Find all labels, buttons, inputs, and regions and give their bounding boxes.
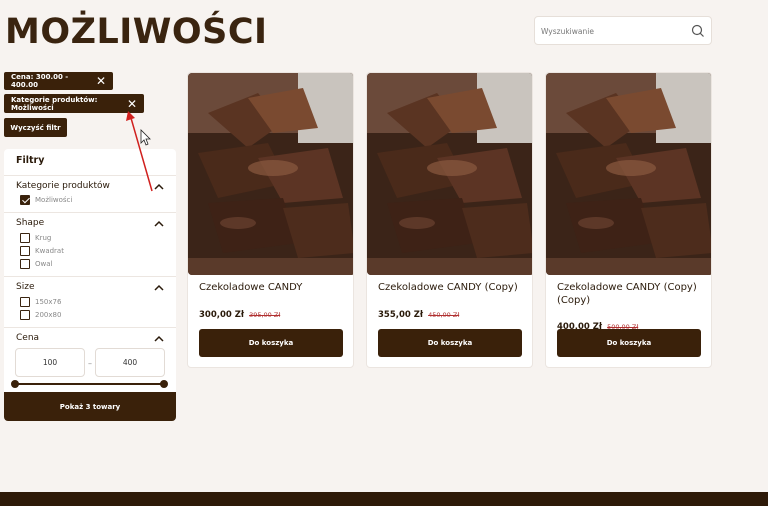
filter-option-label: Owal: [35, 260, 53, 268]
old-price: 395,00 Zł: [249, 311, 281, 319]
checkbox[interactable]: [20, 297, 30, 307]
product-card[interactable]: Czekoladowe CANDY 300,00 Zł 395,00 Zł Do…: [187, 72, 354, 368]
close-icon[interactable]: ✕: [96, 75, 106, 87]
add-to-cart-button[interactable]: Do koszyka: [199, 329, 343, 357]
filter-section-title[interactable]: Kategorie produktów: [16, 181, 110, 191]
product-name[interactable]: Czekoladowe CANDY (Copy): [378, 281, 528, 294]
price-filter-chip-label: Cena: 300.00 - 400.00: [11, 73, 69, 89]
chevron-up-icon[interactable]: [154, 284, 164, 291]
filter-option-label: Możliwości: [35, 196, 73, 204]
product-name[interactable]: Czekoladowe CANDY (Copy) (Copy): [557, 281, 707, 307]
filter-option[interactable]: 200x80: [20, 310, 61, 320]
clear-filters-button[interactable]: Wyczyść filtr: [4, 118, 67, 137]
current-price: 300,00 Zł: [199, 310, 245, 320]
footer-bar: [0, 492, 768, 506]
product-name[interactable]: Czekoladowe CANDY: [199, 281, 349, 294]
filter-section-category: Kategorie produktów Możliwości: [4, 175, 176, 212]
filter-section-title[interactable]: Size: [16, 282, 34, 292]
product-price: 300,00 Zł 395,00 Zł: [199, 310, 280, 320]
old-price: 450,00 Zł: [428, 311, 460, 319]
product-price: 355,00 Zł 450,00 Zł: [378, 310, 459, 320]
filter-section-size: Size 150x76 200x80: [4, 276, 176, 327]
search-icon[interactable]: [691, 24, 705, 38]
product-image[interactable]: [367, 73, 532, 275]
current-price: 355,00 Zł: [378, 310, 424, 320]
checkbox[interactable]: [20, 310, 30, 320]
chevron-up-icon[interactable]: [154, 335, 164, 342]
search-input[interactable]: [541, 23, 686, 40]
product-image[interactable]: [546, 73, 711, 275]
filter-option-label: 150x76: [35, 298, 62, 306]
checkbox[interactable]: [20, 246, 30, 256]
checkbox[interactable]: [20, 195, 30, 205]
price-slider-max-handle[interactable]: [160, 380, 168, 388]
category-filter-chip[interactable]: Kategorie produktów: Możliwości ✕: [4, 94, 144, 113]
price-min-input[interactable]: 100: [15, 348, 85, 377]
filter-option-label: Kwadrat: [35, 247, 64, 255]
search-box: [534, 16, 712, 45]
checkbox[interactable]: [20, 259, 30, 269]
price-filter-chip[interactable]: Cena: 300.00 - 400.00 ✕: [4, 72, 113, 90]
filters-title: Filtry: [16, 155, 45, 166]
close-icon[interactable]: ✕: [127, 98, 137, 110]
filter-section-title[interactable]: Cena: [16, 333, 39, 343]
price-slider-track[interactable]: [14, 383, 164, 385]
filter-option-label: Krug: [35, 234, 52, 242]
chevron-up-icon[interactable]: [154, 220, 164, 227]
filter-option[interactable]: Owal: [20, 259, 52, 269]
product-card[interactable]: Czekoladowe CANDY (Copy) (Copy) 400,00 Z…: [545, 72, 712, 368]
chevron-up-icon[interactable]: [154, 183, 164, 190]
apply-filters-button[interactable]: Pokaż 3 towary: [4, 392, 176, 421]
filter-section-title[interactable]: Shape: [16, 218, 44, 228]
filter-option[interactable]: Możliwości: [20, 195, 72, 205]
checkbox[interactable]: [20, 233, 30, 243]
price-max-input[interactable]: 400: [95, 348, 165, 377]
page-title: MOŻLIWOŚCI: [5, 12, 268, 52]
add-to-cart-button[interactable]: Do koszyka: [557, 329, 701, 357]
product-card[interactable]: Czekoladowe CANDY (Copy) 355,00 Zł 450,0…: [366, 72, 533, 368]
product-image[interactable]: [188, 73, 353, 275]
filter-option[interactable]: Krug: [20, 233, 51, 243]
filter-option[interactable]: 150x76: [20, 297, 61, 307]
add-to-cart-button[interactable]: Do koszyka: [378, 329, 522, 357]
filter-option[interactable]: Kwadrat: [20, 246, 64, 256]
filter-section-shape: Shape Krug Kwadrat Owal: [4, 212, 176, 276]
category-filter-chip-label: Kategorie produktów: Możliwości: [11, 95, 98, 112]
price-separator: –: [88, 359, 92, 368]
filter-option-label: 200x80: [35, 311, 62, 319]
price-slider-min-handle[interactable]: [11, 380, 19, 388]
filters-panel: Filtry Kategorie produktów Możliwości Sh…: [4, 149, 176, 421]
